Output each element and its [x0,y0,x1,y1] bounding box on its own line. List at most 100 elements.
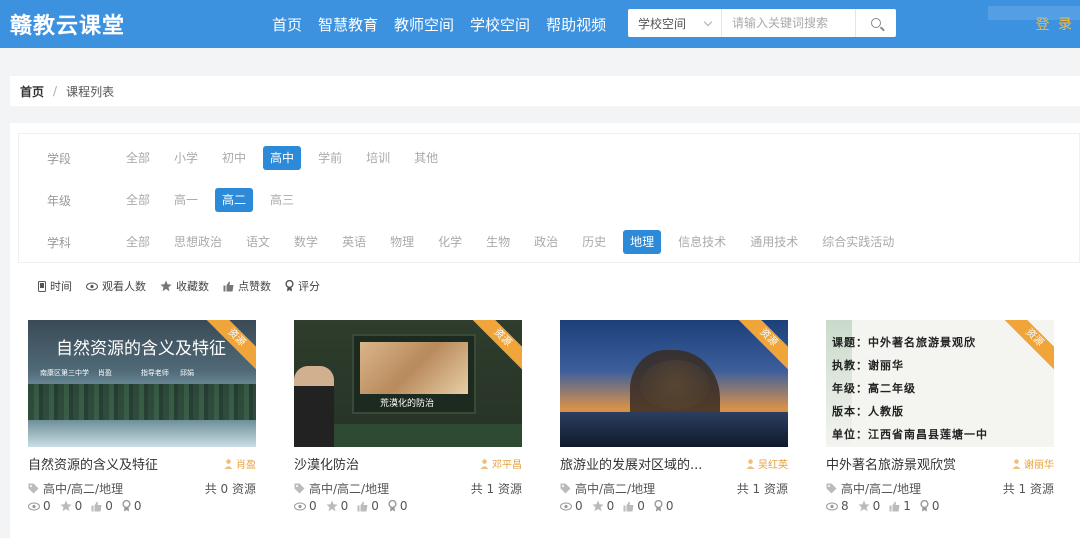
course-card[interactable]: 荒漠化的防治 资源 沙漠化防治 邓平昌 高中/高二/地理 共 1 资源 0 0 … [294,320,522,538]
course-thumbnail[interactable]: 资源 [560,320,788,447]
filter-stage-all[interactable]: 全部 [119,146,157,170]
sort-by-favorites[interactable]: 收藏数 [160,278,209,294]
star-icon [858,500,870,512]
filter-subject-all[interactable]: 全部 [119,230,157,254]
course-card[interactable]: 资源 旅游业的发展对区域的... 吴红英 高中/高二/地理 共 1 资源 0 0… [560,320,788,538]
resource-ribbon: 资源 [1000,320,1054,372]
eye-icon [294,502,306,510]
stat-views: 0 [28,499,51,513]
filter-subject-biology[interactable]: 生物 [479,230,517,254]
breadcrumb-home[interactable]: 首页 [20,83,44,100]
sort-by-time[interactable]: 时间 [38,278,72,294]
filter-grade-3[interactable]: 高三 [263,188,301,212]
nav-teacher-space[interactable]: 教师空间 [394,14,454,35]
sort-by-likes[interactable]: 点赞数 [223,278,271,294]
search-button[interactable] [855,9,896,37]
filter-row-grade: 年级 全部 高一 高二 高三 [19,184,311,216]
stat-likes-value: 0 [637,499,645,513]
course-panel: 学段 全部 小学 初中 高中 学前 培训 其他 年级 全部 高一 高二 高三 学… [10,123,1080,538]
star-icon [60,500,72,512]
course-thumbnail[interactable]: 课题：中外著名旅游景观欣 执教：谢丽华 年级：高二年级 版本：人教版 单位：江西… [826,320,1054,447]
filter-stage-other[interactable]: 其他 [407,146,445,170]
course-author-name: 邓平昌 [492,460,522,471]
course-thumbnail[interactable]: 自然资源的含义及特征 南康区第三中学 肖盈 指导老师 邱娟 资源 [28,320,256,447]
filter-subject-it[interactable]: 信息技术 [671,230,733,254]
filter-stage-preschool[interactable]: 学前 [311,146,349,170]
stat-score-value: 0 [133,499,142,513]
course-title[interactable]: 中外著名旅游景观欣赏 [826,454,1006,473]
filter-grade-all[interactable]: 全部 [119,188,157,212]
tag-icon [28,483,39,494]
stat-likes: 0 [91,499,113,513]
stat-views-value: 0 [309,499,317,513]
sort-by-views[interactable]: 观看人数 [86,278,146,294]
course-card[interactable]: 课题：中外著名旅游景观欣 执教：谢丽华 年级：高二年级 版本：人教版 单位：江西… [826,320,1054,538]
breadcrumb: 首页 / 课程列表 [10,76,1080,106]
stat-likes-value: 0 [105,499,113,513]
course-title[interactable]: 自然资源的含义及特征 [28,454,208,473]
course-thumbnail[interactable]: 荒漠化的防治 资源 [294,320,522,447]
stat-views: 0 [560,499,583,513]
filter-grade-2[interactable]: 高二 [215,188,254,212]
login-link[interactable]: 登 录 [1036,14,1074,34]
sort-label-likes: 点赞数 [238,280,271,293]
sort-by-score[interactable]: 评分 [285,278,320,294]
filter-stage-primary[interactable]: 小学 [167,146,205,170]
tag-icon [560,483,571,494]
stat-views-value: 8 [841,499,849,513]
filter-stage-training[interactable]: 培训 [359,146,397,170]
stat-score: 0 [654,499,674,513]
resource-count: 共 1 资源 [1002,482,1054,496]
filter-subject-english[interactable]: 英语 [335,230,373,254]
filter-subject-physics[interactable]: 物理 [383,230,421,254]
course-author-name: 谢丽华 [1024,460,1054,471]
stat-favorites: 0 [592,499,614,513]
filter-subject-practice[interactable]: 综合实践活动 [815,230,901,254]
site-logo[interactable]: 赣教云课堂 [10,8,125,40]
search-scope-select[interactable]: 学校空间 [628,9,722,37]
course-author-name: 肖盈 [236,460,256,471]
filter-subject-history[interactable]: 历史 [575,230,613,254]
filter-subject-chinese[interactable]: 语文 [239,230,277,254]
thumbnail-teacher [294,366,334,447]
nav-home[interactable]: 首页 [272,14,302,35]
chevron-down-icon [703,17,713,26]
course-stats: 8 0 1 0 [826,499,949,513]
stat-favorites-value: 0 [872,499,881,513]
filter-label-subject: 学科 [47,235,72,250]
main-nav: 首页 智慧教育 教师空间 学校空间 帮助视频 [264,0,614,48]
star-icon [160,280,172,292]
stat-views-value: 0 [575,499,583,513]
thumbnail-water [28,420,256,447]
course-title[interactable]: 旅游业的发展对区域的... [560,454,740,473]
filter-subject-politics[interactable]: 政治 [527,230,565,254]
search-icon [871,18,881,28]
filter-subject-chemistry[interactable]: 化学 [431,230,469,254]
filter-stage-junior[interactable]: 初中 [215,146,253,170]
filter-subject-math[interactable]: 数学 [287,230,325,254]
thumbnail-advisor-name: 邱娟 [179,369,194,377]
thumbnail-water [560,412,788,447]
filter-subject-geography[interactable]: 地理 [623,230,662,254]
stat-favorites: 0 [326,499,348,513]
thumbnail-school: 南康区第三中学 [40,369,89,377]
stat-views: 8 [826,499,849,513]
star-icon [326,500,338,512]
filter-subject-ideology[interactable]: 思想政治 [167,230,229,254]
stat-score-value: 0 [931,499,940,513]
thumbnail-label: 荒漠化的防治 [380,399,435,409]
filter-grade-1[interactable]: 高一 [167,188,205,212]
nav-school-space[interactable]: 学校空间 [470,14,530,35]
nav-help-video[interactable]: 帮助视频 [546,14,606,35]
course-tag: 高中/高二/地理 [826,480,921,497]
nav-smart-education[interactable]: 智慧教育 [318,14,378,35]
course-card[interactable]: 自然资源的含义及特征 南康区第三中学 肖盈 指导老师 邱娟 资源 自然资源的含义… [28,320,256,538]
course-title[interactable]: 沙漠化防治 [294,454,474,473]
stat-score-value: 0 [399,499,408,513]
course-tag: 高中/高二/地理 [294,480,389,497]
course-tag-text: 高中/高二/地理 [309,482,390,496]
filter-subject-general-tech[interactable]: 通用技术 [743,230,805,254]
filter-stage-senior[interactable]: 高中 [263,146,302,170]
search-input[interactable] [722,9,855,37]
course-author-name: 吴红英 [758,460,788,471]
